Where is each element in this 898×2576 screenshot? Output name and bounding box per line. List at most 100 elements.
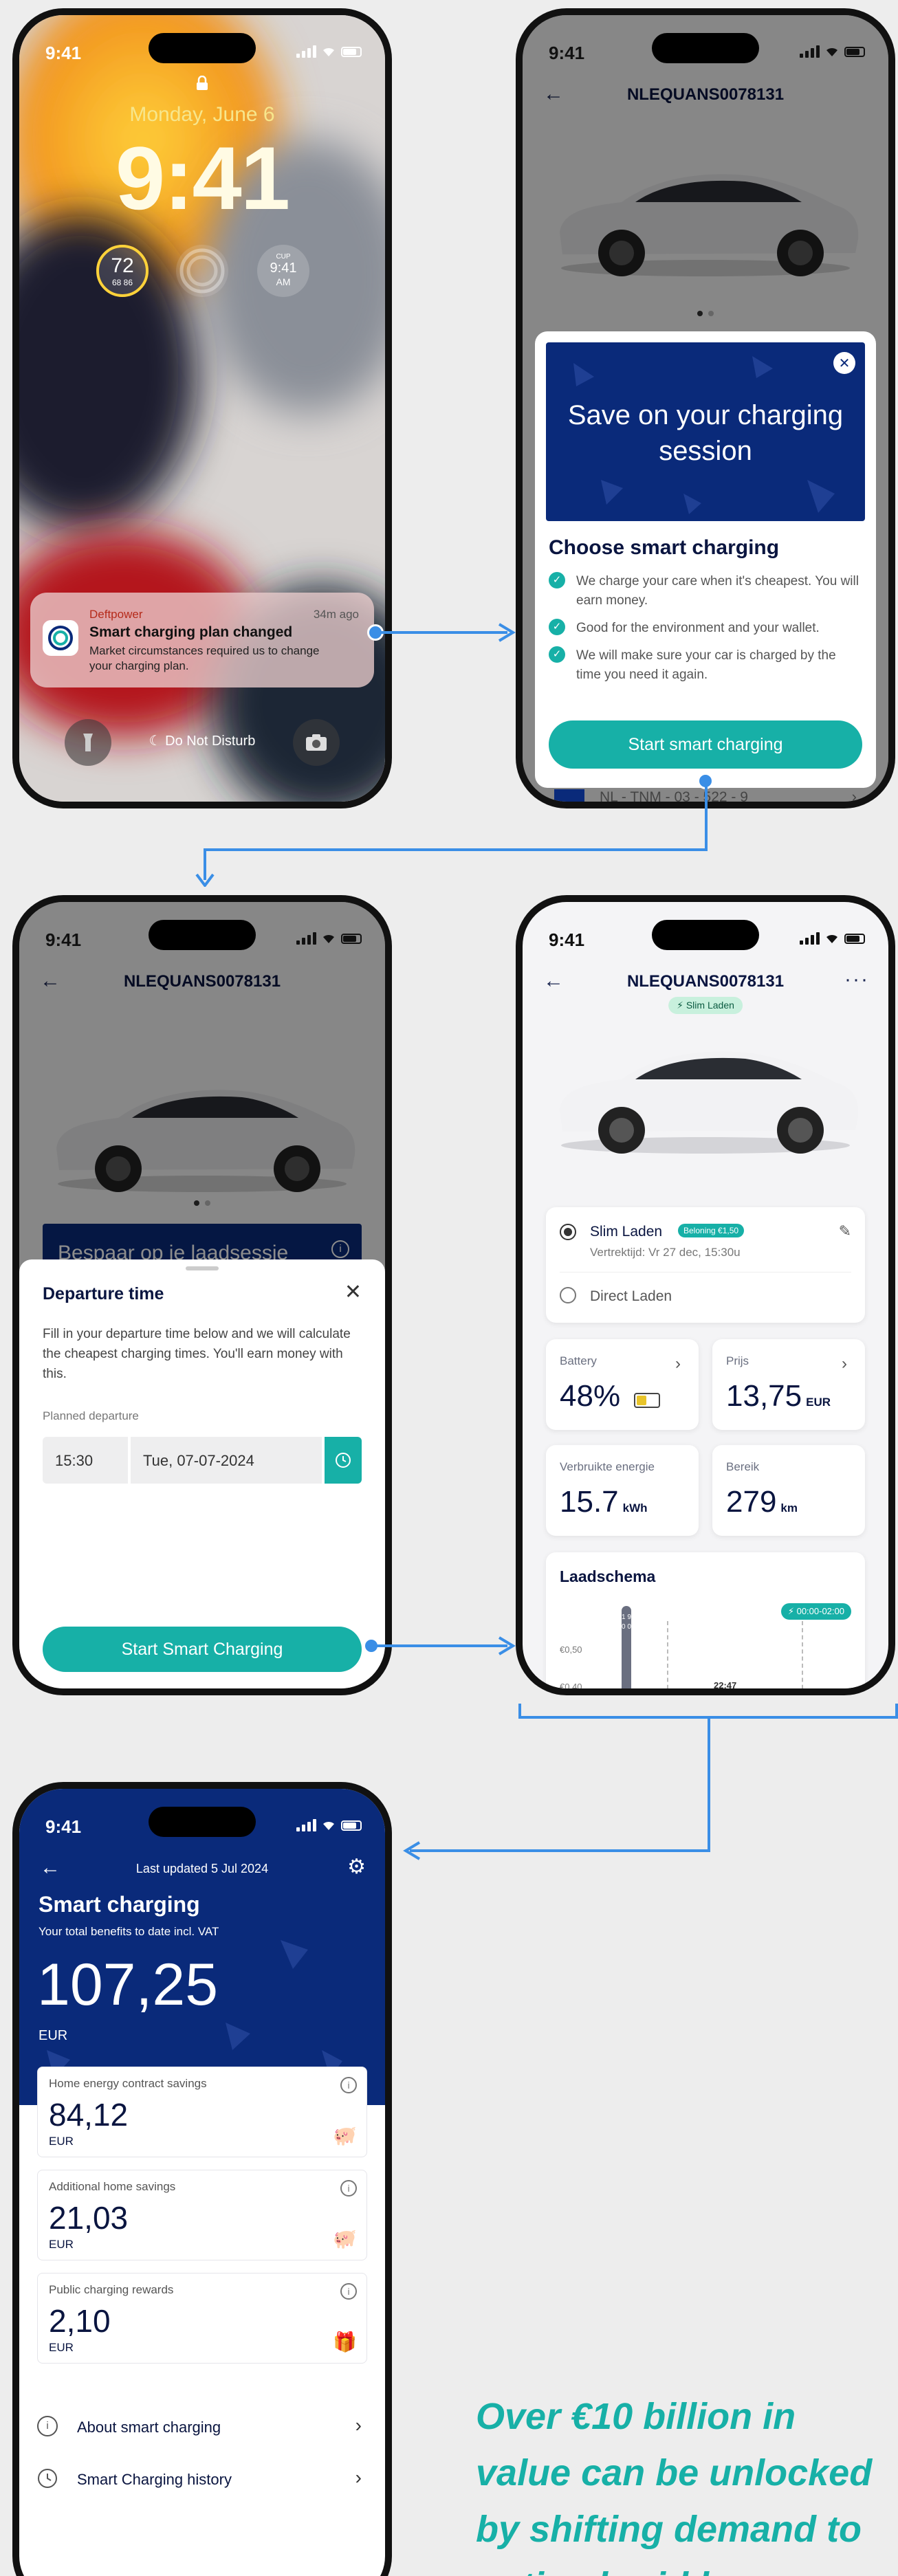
price-unit: EUR: [806, 1396, 831, 1409]
departure-screen: 9:41 ← NLEQUANS0078131 Bespaar op je laa…: [19, 902, 385, 1688]
range-card: Bereik 279 km: [712, 1445, 865, 1536]
clock-button[interactable]: [325, 1437, 362, 1484]
close-icon[interactable]: ✕: [344, 1280, 362, 1304]
benefit-item: ✓ We will make sure your car is charged …: [549, 646, 862, 685]
schedule-title: Laadschema: [560, 1567, 656, 1585]
connector-line: [377, 631, 507, 634]
schedule-card: Laadschema ⚡ 00:00-02:00 €0,50 €0,40 1 9…: [546, 1552, 865, 1688]
connector-arrow-icon: [496, 1636, 516, 1655]
menu-item-about[interactable]: i About smart charging ›: [37, 2408, 367, 2446]
departure-date-field[interactable]: Tue, 07-07-2024: [131, 1437, 322, 1484]
energy-card: Verbruikte energie 15.7 kWh: [546, 1445, 699, 1536]
menu-item-history[interactable]: Smart Charging history ›: [37, 2460, 367, 2498]
info-icon[interactable]: i: [340, 2283, 357, 2300]
summary-subtitle: Your total benefits to date incl. VAT: [39, 1925, 219, 1938]
battery-value: 48%: [560, 1379, 621, 1413]
connector-arrow-icon: [403, 1841, 422, 1860]
phone-offer: 9:41 ← NLEQUANS0078131 Save on your char…: [516, 8, 895, 808]
vehicle-title: NLEQUANS0078131: [626, 972, 785, 991]
connector-line: [410, 1849, 710, 1852]
y-label-high: €0,50: [560, 1644, 582, 1655]
lock-date: Monday, June 6: [129, 103, 275, 126]
signal-icon: [800, 932, 820, 945]
option-direct-laden[interactable]: Direct Laden: [560, 1286, 851, 1309]
energy-value-group: 15.7 kWh: [560, 1485, 648, 1519]
camera-icon: [306, 734, 327, 751]
clock-icon: [336, 1453, 351, 1468]
range-value-group: 279 km: [726, 1485, 798, 1519]
close-icon: ✕: [838, 355, 851, 371]
wifi-icon: [826, 47, 837, 56]
phone-lock-screen: 9:41 Monday, June 6 9:41 72 68 86 CUP 9:…: [12, 8, 392, 808]
start-smart-charging-button[interactable]: Start Smart Charging: [43, 1627, 362, 1672]
summary-total-unit: EUR: [39, 2028, 68, 2043]
info-icon[interactable]: i: [340, 2077, 357, 2093]
chevron-right-icon: ›: [851, 788, 857, 802]
widget-ampm: AM: [276, 276, 291, 287]
gridline: [667, 1621, 668, 1688]
connector-line: [705, 784, 708, 850]
chevron-right-icon: ›: [842, 1354, 847, 1373]
benefit-item: ✓ Good for the environment and your wall…: [549, 619, 862, 638]
status-time: 9:41: [549, 929, 585, 950]
dynamic-island: [149, 33, 256, 63]
battery-icon: [341, 933, 362, 944]
info-icon[interactable]: i: [340, 2180, 357, 2197]
notif-body: Market circumstances required us to chan…: [89, 644, 320, 672]
summary-screen: 9:41 ← Last updated 5 Jul 2024 ⚙ Smart c…: [19, 1789, 385, 2576]
banner-title: Save on your charging session: [567, 400, 844, 466]
public-charging-rewards-card[interactable]: Public charging rewards 2,10 EUR i 🎁: [37, 2273, 367, 2364]
gear-icon[interactable]: ⚙: [347, 1855, 366, 1879]
summary-navbar: ← Last updated 5 Jul 2024 ⚙: [19, 1855, 385, 1882]
flag-icon: [554, 789, 584, 802]
widget-time: 9:41: [270, 261, 297, 276]
phone-details: 9:41 ← NLEQUANS0078131 ··· ⚡ Slim Laden: [516, 895, 895, 1695]
chevron-right-icon: ›: [355, 2414, 362, 2436]
departure-time-field[interactable]: 15:30: [43, 1437, 128, 1484]
check-icon: ✓: [549, 572, 565, 588]
status-time: 9:41: [45, 1816, 82, 1837]
edit-icon[interactable]: ✎: [839, 1222, 851, 1240]
price-card[interactable]: Prijs › 13,75 EUR: [712, 1339, 865, 1430]
connector-arrow-icon: [496, 623, 516, 642]
more-icon[interactable]: ···: [844, 968, 869, 991]
status-icons: [296, 45, 362, 58]
gift-icon: 🎁: [333, 2331, 357, 2353]
sheet-title: Departure time: [43, 1284, 164, 1303]
home-contract-savings-card[interactable]: Home energy contract savings 84,12 EUR i…: [37, 2067, 367, 2157]
notification[interactable]: Deftpower 34m ago Smart charging plan ch…: [30, 593, 374, 687]
price-value: 13,75: [726, 1379, 802, 1413]
wifi-icon: [323, 934, 334, 943]
range-label: Bereik: [726, 1460, 760, 1473]
close-button[interactable]: ✕: [833, 352, 855, 374]
option-slim-laden[interactable]: Slim Laden Beloning €1,50 Vertrektijd: V…: [560, 1222, 851, 1264]
last-updated: Last updated 5 Jul 2024: [135, 1862, 269, 1875]
radio-selected: [560, 1224, 576, 1240]
battery-icon: [341, 1820, 362, 1831]
additional-home-savings-card[interactable]: Additional home savings 21,03 EUR i 🐖: [37, 2170, 367, 2260]
battery-icon: [844, 933, 865, 944]
divider: [560, 1272, 851, 1273]
offer-screen: 9:41 ← NLEQUANS0078131 Save on your char…: [523, 15, 888, 802]
lock-icon: [196, 75, 208, 91]
signal-icon: [296, 932, 316, 945]
dynamic-island: [149, 1807, 256, 1837]
bolt-icon: ⚡: [677, 1000, 683, 1011]
status-icons: [800, 45, 865, 58]
range-value: 279: [726, 1485, 777, 1519]
connector-line: [204, 848, 708, 851]
bolt-icon: ⚡: [787, 1606, 794, 1616]
offer-heading: Choose smart charging: [549, 536, 780, 559]
start-smart-charging-button[interactable]: Start smart charging: [549, 720, 862, 769]
widget-range: 68 86: [111, 278, 133, 287]
charging-mode-card: Slim Laden Beloning €1,50 Vertrektijd: V…: [546, 1207, 865, 1323]
battery-icon: [341, 46, 362, 57]
widget-weather: 72 68 86: [96, 245, 149, 297]
chevron-right-icon: ›: [355, 2467, 362, 2488]
offer-modal: Save on your charging session ✕ Choose s…: [535, 331, 876, 788]
connector-line: [708, 1717, 710, 1852]
signal-icon: [800, 45, 820, 58]
battery-card[interactable]: Battery › 48%: [546, 1339, 699, 1430]
connector-arrow-icon: [195, 872, 215, 888]
camera-button[interactable]: [293, 719, 340, 766]
